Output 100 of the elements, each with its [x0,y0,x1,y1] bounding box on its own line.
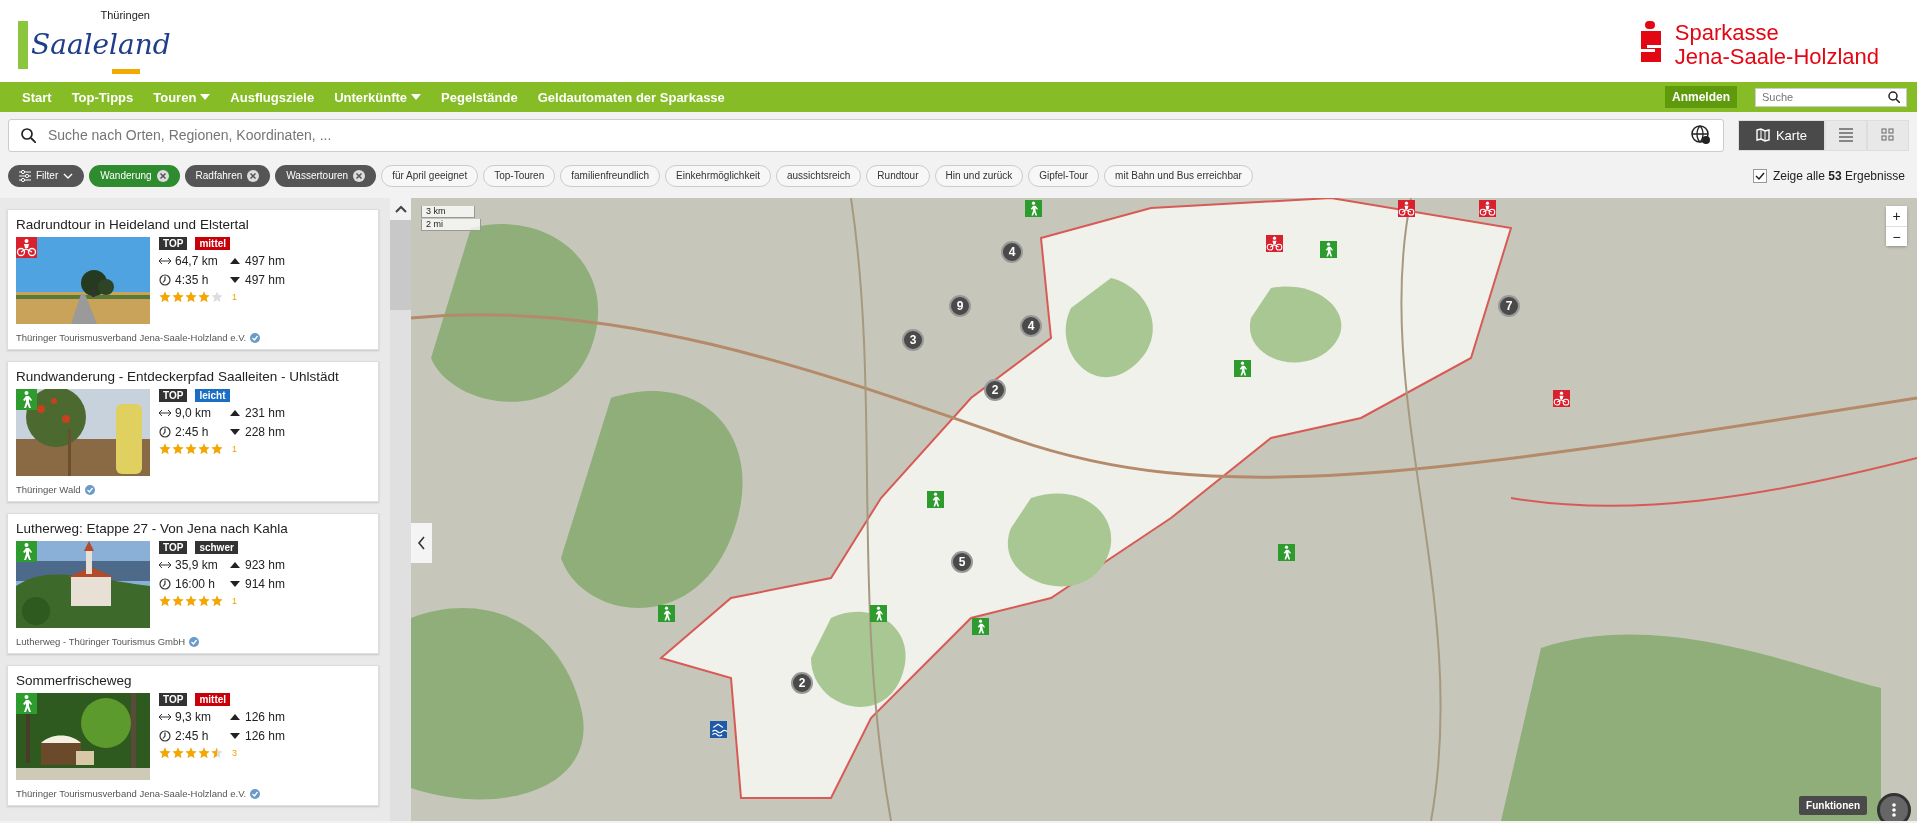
zoom-in-button[interactable]: + [1886,206,1907,226]
hiker-icon[interactable] [870,605,887,622]
star-icon [172,747,184,759]
star-icon [198,291,210,303]
tour-card[interactable]: Rundwanderung - Entdeckerpfad Saalleiten - Uhlstädt TOP leicht 9,0 km 231 hm 2:45 h 228 hm 1 Thüringer Wald [7,361,379,502]
filter-chip[interactable]: familienfreundlich [560,164,661,187]
provider-text: Lutherweg - Thüringer Tourismus GmbH [16,636,186,647]
location-search-box[interactable]: Suche nach Orten, Regionen, Koordinaten, ... [8,118,1724,152]
clock-icon [159,578,171,590]
remove-icon[interactable] [156,169,169,182]
filter-chip[interactable]: Top-Touren [483,164,556,187]
duration-text: 2:45 h [175,425,209,439]
filter-chip[interactable]: aussichtsreich [776,164,862,187]
hiker-icon[interactable] [1234,360,1251,377]
list-icon [1839,128,1853,142]
rating-count: 3 [232,748,237,758]
cyclist-icon[interactable] [1398,200,1415,217]
map-scale: 3 km [421,206,475,218]
descent-text: 228 hm [245,425,286,439]
difficulty-badge: mittel [195,237,231,250]
tour-card[interactable]: Sommerfrischeweg TOP mittel 9,3 km 126 hm 2:45 h 126 hm 3 Thüringer Tourismusverband Jena-Saale-Holzland e.V. [7,665,379,806]
cyclist-icon[interactable] [1553,390,1570,407]
star-icon [185,443,197,455]
hiker-icon [16,541,37,562]
duration-text: 2:45 h [175,729,209,743]
tour-title[interactable]: Sommerfrischeweg [16,673,370,688]
globe-location-icon[interactable] [1691,125,1711,145]
hiker-icon[interactable] [1320,241,1337,258]
provider-text: Thüringer Tourismusverband Jena-Saale-Holzland e.V. [16,332,247,343]
clock-icon [159,274,171,286]
star-icon [198,595,210,607]
filter-chip[interactable]: mit Bahn und Bus erreichbar [1104,164,1253,187]
hiker-icon[interactable] [658,605,675,622]
chevron-down-icon [63,172,74,179]
more-icon [1892,803,1896,817]
remove-icon[interactable] [247,169,260,182]
filter-chip[interactable]: Wanderung [89,164,180,187]
tour-card[interactable]: Radrundtour in Heideland und Elstertal TOP mittel 64,7 km 497 hm 4:35 h 497 hm 1 Thüringer Tourismusverband Jena-Saale-Holzland e.V. [7,209,379,350]
remove-icon[interactable] [353,169,366,182]
distance-text: 9,3 km [175,710,211,724]
hiker-icon[interactable] [972,618,989,635]
star-icon [211,595,223,607]
boat-wave-icon[interactable] [710,721,727,738]
zoom-out-button[interactable]: − [1886,226,1907,246]
filter-chip[interactable]: Einkehrmöglichkeit [665,164,771,187]
ascent-text: 231 hm [245,406,286,420]
filter-chip[interactable]: Rundtour [866,164,930,187]
hiker-icon[interactable] [1278,544,1295,561]
star-icon [159,747,171,759]
tour-title[interactable]: Lutherweg: Etappe 27 - Von Jena nach Kahla [16,521,370,536]
filter-chip[interactable]: Gipfel-Tour [1028,164,1100,187]
hiker-icon [16,389,37,410]
tour-title[interactable]: Radrundtour in Heideland und Elstertal [16,217,370,232]
hiker-icon[interactable] [1025,200,1042,217]
distance-text: 9,0 km [175,406,211,420]
hiker-icon [16,693,37,714]
search-icon[interactable] [1888,91,1900,103]
check-icon [1754,170,1765,181]
bank-region: Jena-Saale-Holzland [1674,45,1879,69]
scrollbar-thumb[interactable] [390,220,411,310]
ascent-text: 126 hm [245,710,286,724]
logo-text[interactable]: Saaleland [31,28,171,61]
search-icon [21,127,36,143]
clock-icon [159,730,171,742]
grid-icon [1881,128,1895,142]
duration-text: 16:00 h [175,577,216,591]
star-icon [172,291,184,303]
filter-chip[interactable]: Radfahren [184,164,271,187]
filter-chip[interactable]: für April geeignet [381,164,479,187]
cyclist-icon[interactable] [1266,235,1283,252]
filter-button[interactable]: Filter [8,164,85,187]
tour-card[interactable]: Lutherweg: Etappe 27 - Von Jena nach Kahla TOP schwer 35,9 km 923 hm 16:00 h 914 hm 1 Lutherweg - Thüringer Tourismus GmbH [7,513,379,654]
cyclist-icon [16,237,37,258]
chevron-up-icon [394,204,407,214]
logo-underline [112,68,140,74]
checkbox[interactable] [1752,168,1767,183]
ascent-text: 923 hm [245,558,286,572]
star-icon [185,595,197,607]
star-icon [159,443,171,455]
view-tab[interactable] [1825,119,1867,151]
tour-title[interactable]: Rundwanderung - Entdeckerpfad Saalleiten - Uhlstädt [16,369,370,384]
top-badge: TOP [159,237,188,250]
verified-icon [250,788,261,799]
difficulty-badge: schwer [195,541,238,554]
duration-text: 4:35 h [175,273,209,287]
descent-text: 497 hm [245,273,286,287]
caret-icon [200,94,211,100]
top-badge: TOP [159,541,188,554]
hiker-icon[interactable] [927,491,944,508]
scroll-up-button[interactable] [390,198,411,220]
cyclist-icon[interactable] [1479,200,1496,217]
filter-chip[interactable]: Wassertouren [275,164,377,187]
view-tab[interactable]: Karte [1738,119,1825,151]
caret-icon [411,94,422,100]
chevron-left-icon [417,536,426,550]
filter-chip[interactable]: Hin und zurück [934,164,1024,187]
collapse-panel-button[interactable] [411,523,432,563]
descent-text: 126 hm [245,729,286,743]
functions-button[interactable]: Funktionen [1799,796,1867,815]
site-search-box[interactable]: Suche [1755,87,1907,107]
